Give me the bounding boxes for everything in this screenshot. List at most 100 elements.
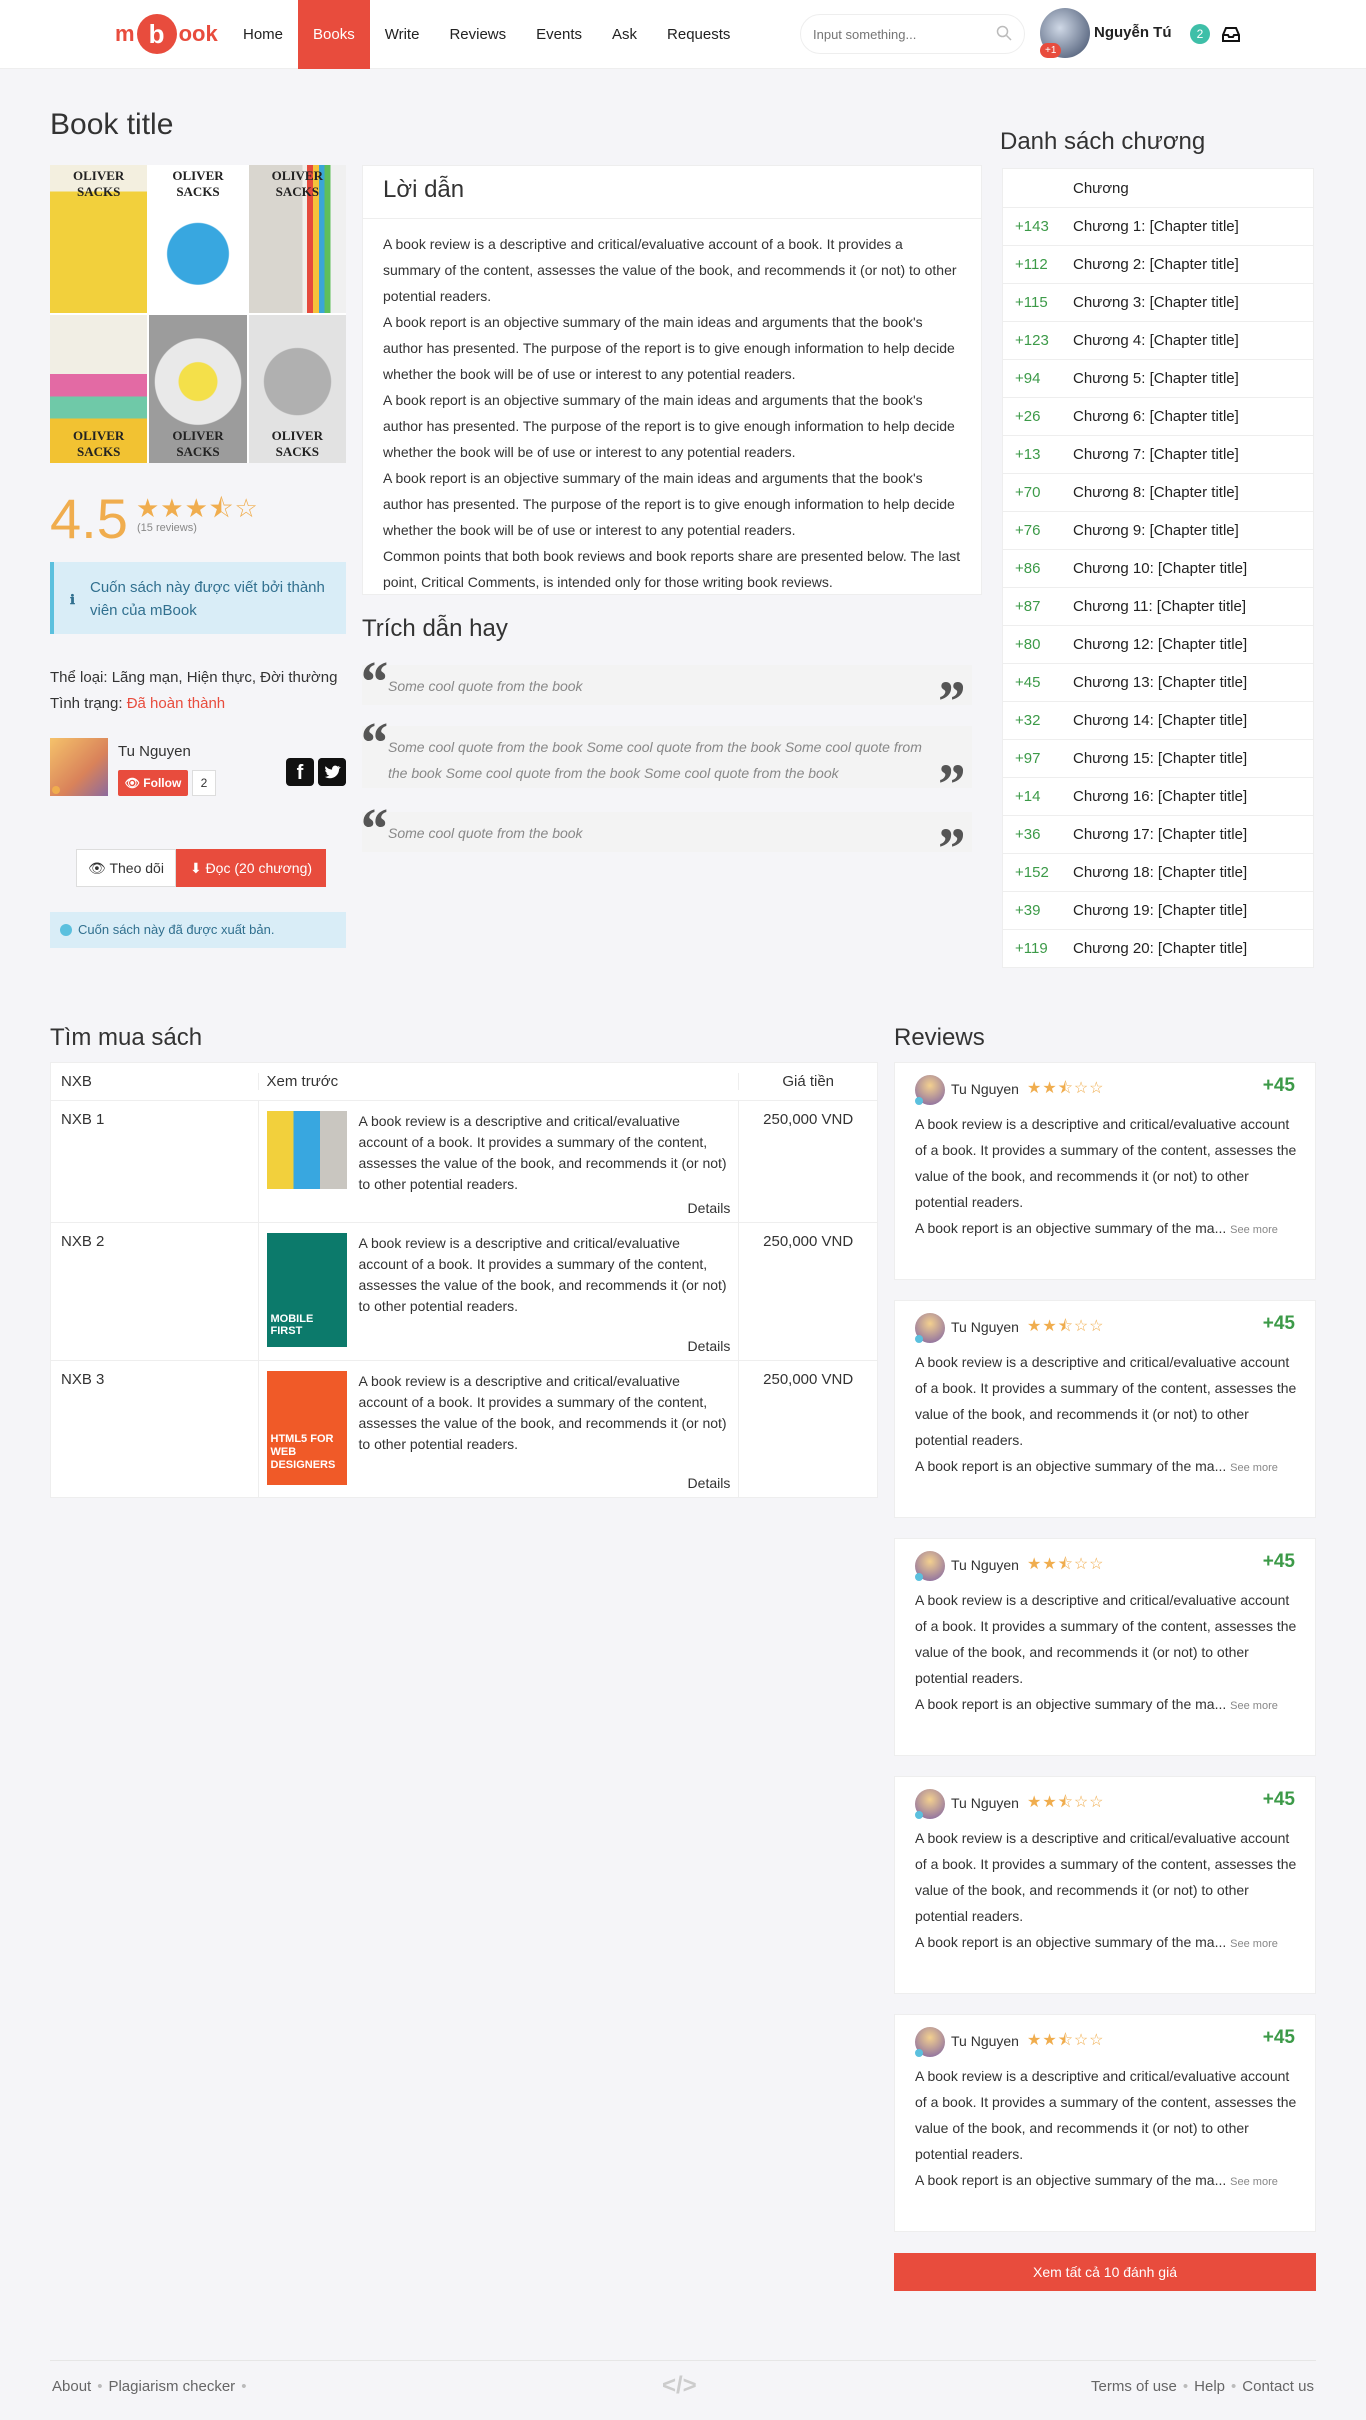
read-book-button[interactable]: ⬇ Đọc (20 chương): [176, 849, 326, 887]
status-value: Đã hoàn thành: [126, 695, 226, 712]
chapter-list: Chương +143 Chương 1: [Chapter title] +11…: [1002, 168, 1314, 968]
mbook-logo[interactable]: m b ook: [115, 14, 218, 54]
member-info-box: ℹ Cuốn sách này được viết bởi thành viên…: [50, 562, 346, 634]
chapter-row[interactable]: +143 Chương 1: [Chapter title]: [1003, 207, 1313, 245]
intro-body: A book review is a descriptive and criti…: [363, 231, 981, 595]
chapter-row[interactable]: +26 Chương 6: [Chapter title]: [1003, 397, 1313, 435]
see-more-link[interactable]: See more: [1230, 1700, 1278, 1712]
search-input[interactable]: [813, 15, 983, 53]
footer-link-terms[interactable]: Terms of use: [1091, 2378, 1177, 2395]
chapter-row[interactable]: +112 Chương 2: [Chapter title]: [1003, 245, 1313, 283]
chapter-row[interactable]: +80 Chương 12: [Chapter title]: [1003, 625, 1313, 663]
open-quote-icon: “: [358, 710, 387, 775]
nav-requests[interactable]: Requests: [652, 0, 745, 69]
nav-write[interactable]: Write: [370, 0, 435, 69]
cover-tile-seeing-voices: OLIVER SACKS: [248, 315, 346, 463]
author-name[interactable]: Tu Nguyen: [118, 743, 191, 760]
reviewer-name[interactable]: Tu Nguyen: [951, 1081, 1019, 1097]
review-stars: ★★⯪☆☆: [1027, 1318, 1105, 1335]
preview-text: A book review is a descriptive and criti…: [358, 1235, 727, 1314]
footer-left-links: About • Plagiarism checker •: [52, 2378, 247, 2395]
inbox-icon[interactable]: [1222, 26, 1240, 42]
nav-events[interactable]: Events: [521, 0, 597, 69]
download-icon: ⬇: [189, 860, 206, 876]
genre-line: Thể loại: Lãng mạn, Hiện thực, Đời thườn…: [50, 669, 338, 686]
chapter-row[interactable]: +45 Chương 13: [Chapter title]: [1003, 663, 1313, 701]
track-book-button[interactable]: 👁 Theo dõi: [76, 849, 176, 887]
facebook-icon[interactable]: f: [286, 758, 314, 786]
user-avatar[interactable]: +1: [1040, 8, 1090, 58]
details-link[interactable]: Details: [688, 1338, 731, 1354]
footer-link-contact[interactable]: Contact us: [1242, 2378, 1314, 2395]
see-all-reviews-button[interactable]: Xem tất cả 10 đánh giá: [894, 2253, 1316, 2291]
chapter-row[interactable]: +94 Chương 5: [Chapter title]: [1003, 359, 1313, 397]
book-title: Book title: [50, 108, 174, 141]
follow-author-button[interactable]: 👁 Follow: [118, 770, 188, 796]
open-quote-icon: “: [358, 649, 387, 714]
review-stars: ★★⯪☆☆: [1027, 1794, 1105, 1811]
chapter-row[interactable]: +97 Chương 15: [Chapter title]: [1003, 739, 1313, 777]
book-thumbnail[interactable]: HTML5 FOR WEB DESIGNERS: [266, 1371, 347, 1485]
author-avatar[interactable]: [50, 738, 108, 796]
review-card: Tu Nguyen ★★⯪☆☆ +45 A book review is a d…: [894, 2014, 1316, 2232]
review-score: +45: [1262, 1789, 1295, 1810]
reviewer-avatar[interactable]: [915, 1075, 945, 1105]
nav-home[interactable]: Home: [228, 0, 298, 69]
chapter-list-header: Chương: [1073, 179, 1129, 197]
user-name[interactable]: Nguyễn Tú: [1094, 24, 1172, 41]
chapter-row[interactable]: +119 Chương 20: [Chapter title]: [1003, 929, 1313, 967]
chapter-row[interactable]: +70 Chương 8: [Chapter title]: [1003, 473, 1313, 511]
notification-badge[interactable]: 2: [1190, 24, 1210, 44]
reviewer-name[interactable]: Tu Nguyen: [951, 1557, 1019, 1573]
online-dot: [52, 786, 60, 794]
see-more-link[interactable]: See more: [1230, 1462, 1278, 1474]
review-count[interactable]: (15 reviews): [137, 522, 197, 534]
chapter-row[interactable]: +152 Chương 18: [Chapter title]: [1003, 853, 1313, 891]
chapter-row[interactable]: +36 Chương 17: [Chapter title]: [1003, 815, 1313, 853]
see-more-link[interactable]: See more: [1230, 1938, 1278, 1950]
details-link[interactable]: Details: [688, 1475, 731, 1491]
review-text: A book review is a descriptive and criti…: [915, 2068, 1297, 2188]
reviewer-avatar[interactable]: [915, 2027, 945, 2057]
twitter-icon[interactable]: [318, 758, 346, 786]
reviewer-avatar[interactable]: [915, 1789, 945, 1819]
buy-table: NXB Xem trước Giá tiền NXB 1 A book revi…: [50, 1062, 878, 1498]
reviewer-name[interactable]: Tu Nguyen: [951, 1795, 1019, 1811]
chapter-row[interactable]: +115 Chương 3: [Chapter title]: [1003, 283, 1313, 321]
top-navbar: m b ook Home Books Write Reviews Events As…: [0, 0, 1366, 69]
reviewer-name[interactable]: Tu Nguyen: [951, 2033, 1019, 2049]
search-icon[interactable]: [996, 25, 1012, 41]
book-thumbnail[interactable]: MOBILE FIRST: [266, 1233, 347, 1347]
publisher-name: NXB 3: [51, 1361, 259, 1497]
nav-books[interactable]: Books: [298, 0, 370, 69]
chapter-row[interactable]: +87 Chương 11: [Chapter title]: [1003, 587, 1313, 625]
eye-icon: 👁: [124, 776, 144, 790]
footer-link-help[interactable]: Help: [1194, 2378, 1225, 2395]
review-score: +45: [1262, 1075, 1295, 1096]
chapter-row[interactable]: +39 Chương 19: [Chapter title]: [1003, 891, 1313, 929]
footer-link-plagiarism[interactable]: Plagiarism checker: [108, 2378, 235, 2395]
book-thumbnail[interactable]: [266, 1111, 347, 1189]
chapter-row[interactable]: +13 Chương 7: [Chapter title]: [1003, 435, 1313, 473]
chapter-row[interactable]: +14 Chương 16: [Chapter title]: [1003, 777, 1313, 815]
review-score: +45: [1262, 1551, 1295, 1572]
reviewer-avatar[interactable]: [915, 1313, 945, 1343]
preview-text: A book review is a descriptive and criti…: [358, 1113, 727, 1192]
chapter-row[interactable]: +86 Chương 10: [Chapter title]: [1003, 549, 1313, 587]
see-more-link[interactable]: See more: [1230, 1224, 1278, 1236]
close-quote-icon: ”: [935, 752, 964, 817]
reviewer-name[interactable]: Tu Nguyen: [951, 1319, 1019, 1335]
nav-ask[interactable]: Ask: [597, 0, 652, 69]
nav-reviews[interactable]: Reviews: [434, 0, 521, 69]
chapter-row[interactable]: +76 Chương 9: [Chapter title]: [1003, 511, 1313, 549]
intro-card: Lời dẫn A book review is a descriptive a…: [362, 165, 982, 595]
reviewer-avatar[interactable]: [915, 1551, 945, 1581]
footer-link-about[interactable]: About: [52, 2378, 91, 2395]
see-more-link[interactable]: See more: [1230, 2176, 1278, 2188]
intro-paragraph: Common points that both book reviews and…: [383, 548, 961, 590]
chapter-row[interactable]: +123 Chương 4: [Chapter title]: [1003, 321, 1313, 359]
close-quote-icon: ”: [935, 669, 964, 734]
details-link[interactable]: Details: [688, 1200, 731, 1216]
intro-paragraph: A book review is a descriptive and criti…: [383, 236, 957, 304]
chapter-row[interactable]: +32 Chương 14: [Chapter title]: [1003, 701, 1313, 739]
